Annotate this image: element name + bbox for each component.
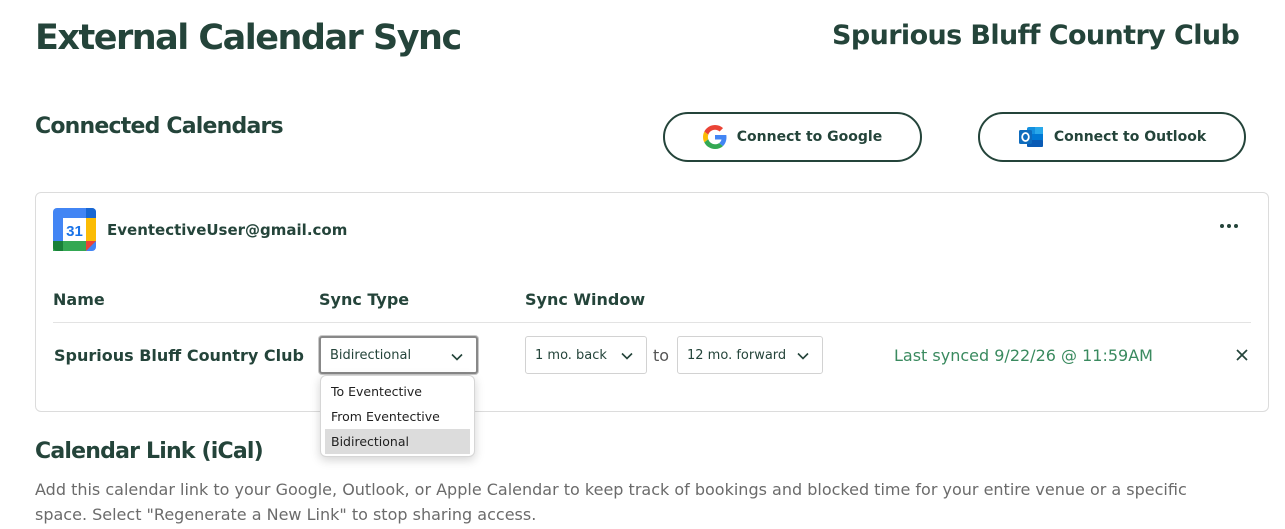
calendar-row-name: Spurious Bluff Country Club <box>54 346 304 365</box>
sync-window-back-select[interactable]: 1 mo. back <box>525 336 647 374</box>
sync-type-option-bidirectional[interactable]: Bidirectional <box>325 429 470 454</box>
connect-outlook-label: Connect to Outlook <box>1053 129 1207 145</box>
ical-section-title: Calendar Link (iCal) <box>35 439 264 464</box>
connected-calendar-card: 31 EventectiveUser@gmail.com Name Sync T… <box>35 192 1269 412</box>
column-header-sync-window: Sync Window <box>525 290 646 309</box>
sync-window-back-value: 1 mo. back <box>535 347 607 363</box>
last-synced-status: Last synced 9/22/26 @ 11:59AM <box>894 346 1153 365</box>
google-calendar-icon: 31 <box>53 208 96 255</box>
sync-window-forward-value: 12 mo. forward <box>687 347 787 363</box>
chevron-down-icon <box>797 352 809 360</box>
page-title: External Calendar Sync <box>35 18 462 58</box>
more-icon[interactable] <box>1220 220 1238 232</box>
google-icon <box>702 125 727 149</box>
connect-google-button[interactable]: Connect to Google <box>663 112 922 162</box>
calendar-day-number: 31 <box>66 223 83 240</box>
chevron-down-icon <box>621 352 633 360</box>
chevron-down-icon <box>451 353 463 361</box>
close-icon[interactable] <box>1235 348 1249 362</box>
sync-type-dropdown: To Eventective From Eventective Bidirect… <box>320 375 475 457</box>
venue-name: Spurious Bluff Country Club <box>832 20 1240 51</box>
account-email: EventectiveUser@gmail.com <box>107 221 348 239</box>
connect-outlook-button[interactable]: Connect to Outlook <box>978 112 1246 162</box>
sync-window-forward-select[interactable]: 12 mo. forward <box>677 336 823 374</box>
sync-type-value: Bidirectional <box>330 347 412 363</box>
sync-type-option-to-eventective[interactable]: To Eventective <box>325 379 470 404</box>
sync-window-to-label: to <box>653 346 670 365</box>
connected-calendars-title: Connected Calendars <box>35 114 284 139</box>
outlook-icon <box>1018 125 1044 149</box>
column-header-name: Name <box>53 290 105 309</box>
column-header-sync-type: Sync Type <box>319 290 410 309</box>
ical-description: Add this calendar link to your Google, O… <box>35 480 1187 524</box>
connect-google-label: Connect to Google <box>736 129 883 145</box>
row-divider <box>53 322 1251 323</box>
sync-type-select[interactable]: Bidirectional <box>319 336 478 374</box>
sync-type-option-from-eventective[interactable]: From Eventective <box>325 404 470 429</box>
